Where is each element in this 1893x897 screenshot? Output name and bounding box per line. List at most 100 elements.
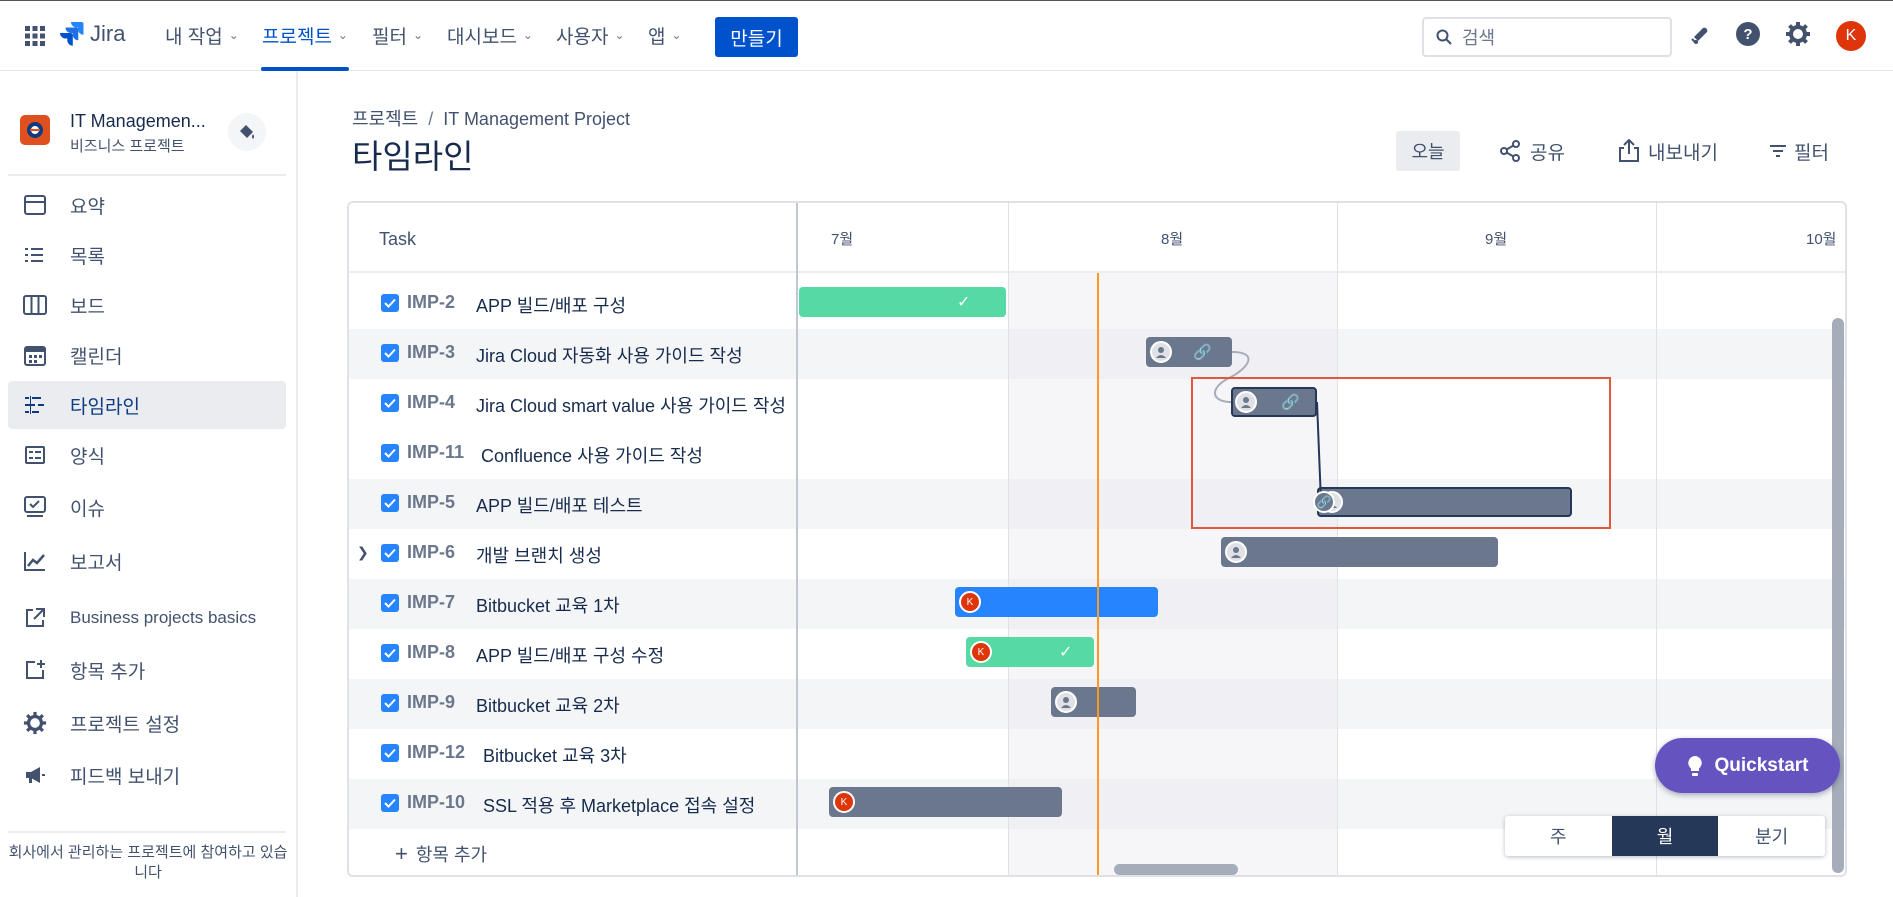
lightbulb-icon [1687,755,1702,776]
add-item-label: 항목 추가 [415,845,488,865]
forms-icon [22,442,48,468]
search-placeholder: 검색 [1462,28,1496,48]
nav-label: 프로젝트 [262,26,332,48]
filter-button[interactable]: 필터 [1770,131,1829,171]
app-switcher-icon[interactable] [20,21,50,51]
top-navigation-bar: Jira 내 작업 ⌄ 프로젝트 ⌄ 필터 ⌄ 대시보드 ⌄ 사용자 ⌄ 앱 ⌄ 만들기 검… [0,0,1893,71]
nav-projects[interactable]: 프로젝트 ⌄ [262,19,348,51]
timeline-icon [22,392,48,418]
sidebar-item-label: 캘린더 [70,346,123,368]
today-marker [1097,273,1099,875]
page-title: 타임라인 [352,138,474,175]
share-icon [1500,140,1520,162]
sidebar-footer-notice: 회사에서 관리하는 프로젝트에 참여하고 있습니다 [8,844,288,881]
sidebar-item-summary[interactable]: 요약 [8,181,286,229]
sidebar-item-label: 프로젝트 설정 [70,714,181,736]
jira-wordmark: Jira [90,21,126,46]
nav-apps[interactable]: 앱 ⌄ [648,19,682,51]
sidebar-item-label: 보드 [70,296,105,318]
sidebar-item-add-item[interactable]: 항목 추가 [8,646,286,694]
chevron-down-icon: ⌄ [522,28,533,42]
external-link-icon [22,605,48,631]
nav-filters[interactable]: 필터 ⌄ [372,19,423,51]
paint-bucket-icon[interactable] [228,113,266,151]
breadcrumb-separator: / [428,109,434,129]
nav-label: 내 작업 [165,26,223,48]
summary-icon [22,192,48,218]
zoom-month-button[interactable]: 월 [1611,816,1719,856]
share-label: 공유 [1530,142,1565,164]
sidebar-item-list[interactable]: 목록 [8,231,286,279]
quickstart-label: Quickstart [1714,754,1809,776]
breadcrumb-projects[interactable]: 프로젝트 [352,109,418,129]
nav-label: 필터 [372,26,407,48]
sidebar-item-label: Business projects basics [70,608,257,627]
sidebar-item-label: 타임라인 [70,396,140,418]
create-button[interactable]: 만들기 [715,17,798,57]
sidebar-item-project-settings[interactable]: 프로젝트 설정 [8,699,286,747]
gear-icon [22,710,48,736]
add-item-button[interactable]: + 항목 추가 [395,841,487,867]
zoom-quarter-button[interactable]: 분기 [1718,816,1825,856]
today-button[interactable]: 오늘 [1396,131,1460,171]
sidebar-item-forms[interactable]: 양식 [8,431,286,479]
nav-people[interactable]: 사용자 ⌄ [556,19,625,51]
nav-label: 사용자 [556,26,609,48]
sidebar-item-calendar[interactable]: 캘린더 [8,331,286,379]
help-icon[interactable]: ? [1733,19,1763,49]
chevron-down-icon: ⌄ [228,28,239,42]
project-name[interactable]: IT Managemen... [70,111,206,132]
notifications-icon[interactable] [1685,19,1715,49]
project-avatar[interactable] [20,115,50,145]
export-icon [1619,139,1639,162]
reports-icon [22,548,48,574]
sidebar-item-label: 피드백 보내기 [70,766,181,788]
sidebar-item-issues[interactable]: 이슈 [8,483,286,531]
svg-text:?: ? [1743,26,1752,43]
export-button[interactable]: 내보내기 [1618,131,1718,171]
share-button[interactable]: 공유 [1498,131,1565,171]
sidebar-item-label: 이슈 [70,498,105,520]
filter-icon [1770,145,1786,157]
nav-my-work[interactable]: 내 작업 ⌄ [165,19,239,51]
plus-icon: + [395,841,408,866]
sidebar-item-label: 요약 [70,196,105,218]
breadcrumb-project[interactable]: IT Management Project [443,109,630,129]
add-item-icon [22,657,48,683]
timeline-view: Task 7월 8월 9월 10월 IMP-2 APP 빌드/배포 구성 IMP… [347,201,1847,877]
sidebar-item-label: 보고서 [70,552,123,574]
breadcrumb: 프로젝트 / IT Management Project [352,105,630,131]
sidebar-item-label: 양식 [70,446,105,468]
jira-logo[interactable]: Jira [60,21,125,47]
quickstart-button[interactable]: Quickstart [1655,738,1840,793]
selection-rectangle [1191,377,1611,529]
nav-label: 대시보드 [447,26,517,48]
chevron-down-icon: ⌄ [337,28,348,42]
chevron-down-icon: ⌄ [614,28,625,42]
horizontal-scrollbar[interactable] [1114,864,1238,875]
chevron-down-icon: ⌄ [671,28,682,42]
chevron-down-icon: ⌄ [412,28,424,42]
zoom-week-button[interactable]: 주 [1505,816,1612,856]
sidebar-item-reports[interactable]: 보고서 [8,537,286,585]
sidebar-item-label: 항목 추가 [70,661,146,683]
export-label: 내보내기 [1648,142,1718,164]
search-input[interactable]: 검색 [1422,17,1672,57]
nav-label: 앱 [648,26,666,48]
nav-dashboards[interactable]: 대시보드 ⌄ [447,19,533,51]
sidebar-item-timeline[interactable]: 타임라인 [8,381,286,429]
jira-logo-icon [60,22,84,46]
megaphone-icon [22,762,48,788]
user-avatar[interactable]: K [1836,21,1866,51]
sidebar-item-business-projects-basics[interactable]: Business projects basics [8,594,286,642]
search-icon [1436,29,1452,45]
sidebar-divider [8,174,286,176]
sidebar-item-board[interactable]: 보드 [8,281,286,329]
vertical-scrollbar[interactable] [1832,318,1844,873]
calendar-icon [22,342,48,368]
settings-icon[interactable] [1783,19,1813,49]
sidebar-item-label: 목록 [70,246,105,268]
sidebar-item-send-feedback[interactable]: 피드백 보내기 [8,751,286,799]
project-sidebar: IT Managemen... 비즈니스 프로젝트 요약 목록 보드 캘린더 타… [0,71,298,897]
timeline-zoom-switcher: 주 월 분기 [1505,816,1825,856]
